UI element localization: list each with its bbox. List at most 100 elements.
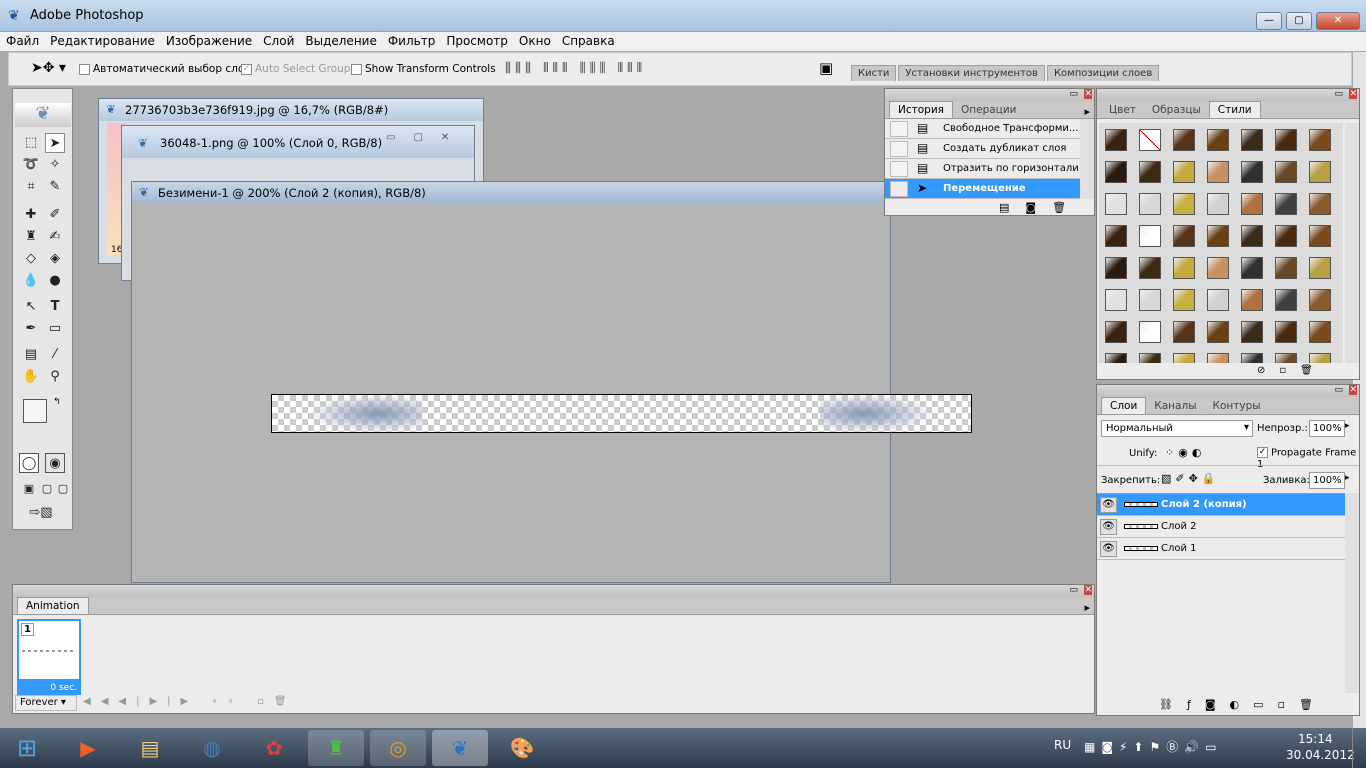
move-tool-icon[interactable]: ➤ bbox=[45, 133, 65, 153]
style-swatch[interactable] bbox=[1275, 225, 1297, 247]
align-buttons[interactable]: ⫼⫼⫼ ⫴⫴⫴ ⫼⫼⫼ ⫴⫴⫴ bbox=[505, 61, 646, 76]
unify-icons[interactable]: ⁘◉◐ bbox=[1165, 446, 1205, 459]
style-swatch[interactable] bbox=[1241, 161, 1263, 183]
clone-stamp-icon[interactable]: ♜ bbox=[21, 227, 41, 247]
style-swatch[interactable] bbox=[1173, 289, 1195, 311]
layer-row[interactable]: 👁 Слой 2 (копия) bbox=[1097, 494, 1345, 516]
slice-tool-icon[interactable]: ✎ bbox=[45, 177, 65, 197]
history-item[interactable]: ▤ Отразить по горизонтали bbox=[885, 159, 1080, 179]
shape-tool-icon[interactable]: ▭ bbox=[45, 319, 65, 339]
full-screen-icon[interactable]: ▢ bbox=[53, 479, 73, 499]
minimize-button[interactable]: — bbox=[1256, 12, 1282, 30]
jump-to-imageready-icon[interactable]: ⇨▧ bbox=[21, 503, 61, 523]
style-swatch[interactable] bbox=[1207, 129, 1229, 151]
menu-edit[interactable]: Редактирование bbox=[44, 32, 160, 48]
tab-paths[interactable]: Контуры bbox=[1205, 398, 1269, 414]
maximize-button[interactable]: ▢ bbox=[1286, 12, 1312, 30]
style-swatch[interactable] bbox=[1275, 353, 1297, 363]
layer-row[interactable]: 👁 Слой 1 bbox=[1097, 538, 1345, 560]
style-swatch[interactable] bbox=[1173, 257, 1195, 279]
tab-history[interactable]: История bbox=[889, 101, 953, 118]
tab-swatches[interactable]: Образцы bbox=[1144, 102, 1209, 118]
opacity-slider-arrow[interactable]: ▸ bbox=[1345, 421, 1350, 431]
style-swatch[interactable] bbox=[1173, 193, 1195, 215]
animation-frame[interactable]: 1 0 sec. bbox=[17, 619, 81, 695]
taskbar-picasa-icon[interactable]: ✿ bbox=[246, 730, 302, 766]
taskbar-chrome-icon[interactable]: ◎ bbox=[370, 730, 426, 766]
style-swatch[interactable] bbox=[1173, 225, 1195, 247]
style-swatch[interactable] bbox=[1105, 129, 1127, 151]
visibility-eye-icon[interactable]: 👁 bbox=[1100, 497, 1117, 513]
panel-close-icon[interactable]: ✕ bbox=[1084, 585, 1092, 595]
style-swatch[interactable] bbox=[1241, 289, 1263, 311]
style-swatch[interactable] bbox=[1173, 161, 1195, 183]
healing-brush-icon[interactable]: ✚ bbox=[21, 205, 41, 225]
history-footer-buttons[interactable]: ▤◙🗑 bbox=[999, 201, 1082, 214]
pen-tool-icon[interactable]: ✒ bbox=[21, 319, 41, 339]
magic-wand-icon[interactable]: ✧ bbox=[45, 155, 65, 175]
style-swatch[interactable] bbox=[1309, 225, 1331, 247]
panel-close-icon[interactable]: ✕ bbox=[1349, 385, 1357, 395]
brush-tool-icon[interactable]: ✐ bbox=[45, 205, 65, 225]
menu-select[interactable]: Выделение bbox=[299, 32, 381, 48]
style-swatch[interactable] bbox=[1309, 353, 1331, 363]
tray-icons[interactable]: ▦◙⚡⬆⚑Ⓑ🔊▭ bbox=[1084, 738, 1223, 755]
style-swatch[interactable] bbox=[1275, 257, 1297, 279]
panel-minimize-icon[interactable]: ▭ bbox=[1334, 385, 1343, 395]
layers-footer-buttons[interactable]: ⛓ƒ◙◐▭▫🗑 bbox=[1159, 698, 1327, 711]
style-swatch[interactable] bbox=[1241, 225, 1263, 247]
zoom-tool-icon[interactable]: ⚲ bbox=[45, 367, 65, 387]
path-selection-icon[interactable]: ↖ bbox=[21, 297, 41, 317]
dodge-tool-icon[interactable]: ● bbox=[45, 271, 65, 291]
tab-layers[interactable]: Слои bbox=[1101, 397, 1147, 414]
history-item[interactable]: ▤ Создать дубликат слоя bbox=[885, 139, 1080, 159]
taskbar-explorer-icon[interactable]: ▤ bbox=[122, 730, 178, 766]
style-swatch[interactable] bbox=[1139, 129, 1161, 151]
loop-select[interactable]: Forever ▾ bbox=[15, 695, 77, 711]
layers-scrollbar[interactable] bbox=[1345, 493, 1359, 693]
hand-tool-icon[interactable]: ✋ bbox=[21, 367, 41, 387]
crop-tool-icon[interactable]: ⌗ bbox=[21, 177, 41, 197]
style-swatch[interactable] bbox=[1207, 257, 1229, 279]
history-brush-icon[interactable]: ✍ bbox=[45, 227, 65, 247]
style-swatch[interactable] bbox=[1275, 129, 1297, 151]
style-swatch[interactable] bbox=[1139, 289, 1161, 311]
style-swatch[interactable] bbox=[1241, 257, 1263, 279]
style-swatch[interactable] bbox=[1173, 129, 1195, 151]
window-controls[interactable]: ▭▢✕ bbox=[386, 132, 467, 143]
taskbar-globe-icon[interactable]: ◍ bbox=[184, 730, 240, 766]
move-tool-preset-icon[interactable]: ➤✥ ▾ bbox=[31, 60, 66, 76]
menu-image[interactable]: Изображение bbox=[160, 32, 257, 48]
styles-grid[interactable] bbox=[1099, 123, 1343, 363]
panel-menu-icon[interactable]: ▸ bbox=[1084, 105, 1090, 118]
history-scrollbar[interactable] bbox=[1080, 119, 1094, 199]
tab-styles[interactable]: Стили bbox=[1208, 101, 1261, 118]
fill-slider-arrow[interactable]: ▸ bbox=[1345, 473, 1350, 483]
dock-tab-tool-presets[interactable]: Установки инструментов bbox=[898, 65, 1045, 81]
style-swatch[interactable] bbox=[1309, 257, 1331, 279]
style-swatch[interactable] bbox=[1207, 161, 1229, 183]
panel-close-icon[interactable]: ✕ bbox=[1084, 89, 1092, 99]
taskbar-app-icon[interactable]: ♜ bbox=[308, 730, 364, 766]
style-swatch[interactable] bbox=[1105, 353, 1127, 363]
clock-date[interactable]: 30.04.2012 bbox=[1286, 748, 1355, 762]
style-swatch[interactable] bbox=[1139, 353, 1161, 363]
menu-help[interactable]: Справка bbox=[556, 32, 620, 48]
style-swatch[interactable] bbox=[1139, 321, 1161, 343]
foreground-color-swatch[interactable] bbox=[23, 399, 47, 423]
style-swatch[interactable] bbox=[1309, 321, 1331, 343]
visibility-eye-icon[interactable]: 👁 bbox=[1100, 541, 1117, 557]
styles-scrollbar[interactable] bbox=[1345, 123, 1359, 363]
eraser-tool-icon[interactable]: ◇ bbox=[21, 249, 41, 269]
show-transform-controls-checkbox[interactable]: Show Transform Controls bbox=[351, 63, 496, 75]
style-swatch[interactable] bbox=[1275, 321, 1297, 343]
style-swatch[interactable] bbox=[1207, 225, 1229, 247]
layer-row[interactable]: 👁 Слой 2 bbox=[1097, 516, 1345, 538]
close-button[interactable]: ✕ bbox=[1316, 12, 1360, 30]
taskbar-photoshop-icon[interactable]: ❦ bbox=[432, 730, 488, 766]
panel-minimize-icon[interactable]: ▭ bbox=[1334, 89, 1343, 99]
dock-tab-brushes[interactable]: Кисти bbox=[851, 65, 897, 81]
panel-minimize-icon[interactable]: ▭ bbox=[1069, 89, 1078, 99]
style-swatch[interactable] bbox=[1207, 321, 1229, 343]
blend-mode-select[interactable]: Нормальный ▾ bbox=[1101, 420, 1253, 437]
